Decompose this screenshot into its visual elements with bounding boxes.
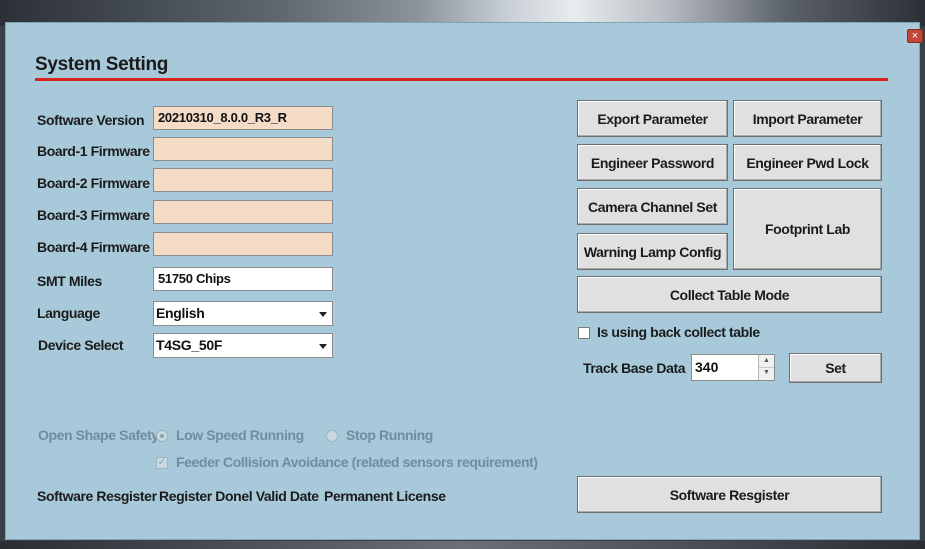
- import-parameter-button[interactable]: Import Parameter: [733, 100, 882, 137]
- stop-running-label: Stop Running: [346, 427, 433, 443]
- board-2-firmware-field: [153, 168, 333, 192]
- back-collect-checkbox[interactable]: [578, 327, 590, 339]
- background-strip: [0, 541, 925, 549]
- software-register-label: Software Resgister: [37, 488, 157, 504]
- software-version-field: 20210310_8.0.0_R3_R: [153, 106, 333, 130]
- feeder-collision-checkbox[interactable]: ✓: [156, 457, 168, 469]
- track-base-data-value: 340: [695, 359, 719, 375]
- close-button[interactable]: ×: [907, 29, 923, 43]
- export-parameter-button[interactable]: Export Parameter: [577, 100, 728, 137]
- open-shape-safety-label: Open Shape Safety: [38, 427, 159, 443]
- smt-miles-label: SMT Miles: [37, 273, 102, 289]
- spin-down-icon[interactable]: ▼: [759, 367, 774, 379]
- dialog-title: System Setting: [35, 54, 169, 75]
- track-base-data-label: Track Base Data: [583, 360, 686, 376]
- board-1-firmware-field: [153, 137, 333, 161]
- board-3-firmware-field: [153, 200, 333, 224]
- license-status: Permanent License: [324, 488, 446, 504]
- device-select[interactable]: T4SG_50F: [153, 333, 333, 358]
- system-setting-dialog: × System Setting Software Version 202103…: [5, 22, 923, 540]
- software-register-button[interactable]: Software Resgister: [577, 476, 882, 513]
- set-button[interactable]: Set: [789, 353, 882, 383]
- board-3-firmware-label: Board-3 Firmware: [37, 207, 150, 223]
- board-4-firmware-field: [153, 232, 333, 256]
- smt-miles-field: 51750 Chips: [153, 267, 333, 291]
- footprint-lab-button[interactable]: Footprint Lab: [733, 188, 882, 270]
- board-4-firmware-label: Board-4 Firmware: [37, 239, 150, 255]
- software-version-label: Software Version: [37, 112, 145, 128]
- board-2-firmware-label: Board-2 Firmware: [37, 175, 150, 191]
- camera-channel-set-button[interactable]: Camera Channel Set: [577, 188, 728, 225]
- low-speed-label: Low Speed Running: [176, 427, 304, 443]
- board-1-firmware-label: Board-1 Firmware: [37, 143, 150, 159]
- collect-table-mode-button[interactable]: Collect Table Mode: [577, 276, 882, 313]
- device-select-label: Device Select: [38, 337, 124, 353]
- dropdown-arrow-icon: [319, 312, 327, 317]
- track-base-data-spinner[interactable]: 340 ▲ ▼: [691, 354, 775, 381]
- language-label: Language: [37, 305, 100, 321]
- back-collect-label: Is using back collect table: [597, 324, 760, 340]
- language-selected-value: English: [156, 305, 205, 321]
- close-icon: ×: [911, 30, 919, 42]
- engineer-password-button[interactable]: Engineer Password: [577, 144, 728, 181]
- low-speed-radio[interactable]: [156, 430, 168, 442]
- title-divider: [35, 78, 888, 81]
- dropdown-arrow-icon: [319, 344, 327, 349]
- spinner-buttons: ▲ ▼: [758, 355, 774, 380]
- engineer-pwd-lock-button[interactable]: Engineer Pwd Lock: [733, 144, 882, 181]
- stop-running-radio[interactable]: [326, 430, 338, 442]
- language-select[interactable]: English: [153, 301, 333, 326]
- device-selected-value: T4SG_50F: [156, 337, 223, 353]
- warning-lamp-config-button[interactable]: Warning Lamp Config: [577, 233, 728, 270]
- feeder-collision-label: Feeder Collision Avoidance (related sens…: [176, 454, 538, 470]
- register-valid-date: Register Donel Valid Date: [159, 488, 319, 504]
